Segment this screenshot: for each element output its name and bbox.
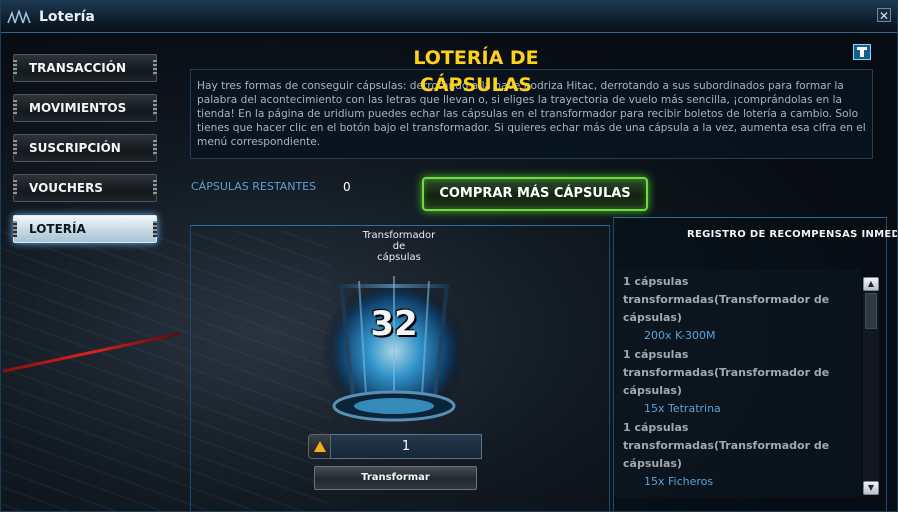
reward-log-title: REGISTRO DE RECOMPENSAS INMED [687,229,898,240]
log-entry-reward: 200x K-300M [644,329,716,342]
list-item: 1 cápsulas transformadas(Transformador d… [615,273,861,345]
sidebar-item-loteria[interactable]: LOTERÍA [13,215,157,243]
log-entry-reward: 15x Ficheros [644,475,714,488]
info-glyph-icon [857,47,867,57]
log-entry-description: 1 cápsulas transformadas(Transformador d… [623,348,830,397]
sidebar-item-movimientos[interactable]: MOVIMIENTOS [13,94,157,122]
reward-log-header: REGISTRO DE RECOMPENSAS INMED [613,217,897,255]
sidebar-item-suscripcion[interactable]: SUSCRIPCIÓN [13,134,157,162]
scroll-down-icon[interactable]: ▼ [863,481,879,495]
reward-log-scrollbar[interactable]: ▲ ▼ [863,277,879,495]
capsules-remaining-count: 0 [343,180,351,194]
info-icon[interactable] [853,44,871,60]
page-title: LOTERÍA DE CÁPSULAS [381,45,571,99]
quantity-stepper[interactable]: 1 [308,434,482,459]
buy-capsules-button[interactable]: COMPRAR MÁS CÁPSULAS [422,177,648,211]
sidebar-item-vouchers[interactable]: VOUCHERS [13,174,157,202]
transform-button[interactable]: Transformar [314,466,477,490]
warning-icon[interactable] [308,434,331,459]
scrollbar-thumb[interactable] [865,293,877,329]
transformer-counter: 32 [370,304,418,344]
list-item: 1 cápsulas transformadas(Transformador d… [615,346,861,418]
window-title: Lotería [39,9,95,25]
page-title-line1: LOTERÍA DE [413,47,539,69]
quantity-field[interactable]: 1 [331,434,482,459]
page-title-line2: CÁPSULAS [419,74,533,96]
darkorbit-logo-icon [7,10,31,24]
sidebar-item-transaccion[interactable]: TRANSACCIÓN [13,54,157,82]
transformer-label-line2: de [392,241,406,252]
log-entry-reward: 15x Tetratrina [644,402,721,415]
log-entry-description: 1 cápsulas transformadas(Transformador d… [623,275,830,324]
list-item: 1 cápsulas transformadas(Transformador d… [615,419,861,491]
close-icon[interactable]: ✕ [877,8,891,23]
reward-log-list[interactable]: 1 cápsulas transformadas(Transformador d… [615,269,861,497]
lottery-window: Lotería ✕ TRANSACCIÓN MOVIMIENTOS SUSCRI… [0,0,898,512]
transformer-label-line1: Transformador [362,230,436,241]
title-bar[interactable]: Lotería ✕ [1,1,897,33]
scroll-up-icon[interactable]: ▲ [863,277,879,291]
capsules-remaining-label: CÁPSULAS RESTANTES [191,180,317,193]
log-entry-description: 1 cápsulas transformadas(Transformador d… [623,421,830,470]
